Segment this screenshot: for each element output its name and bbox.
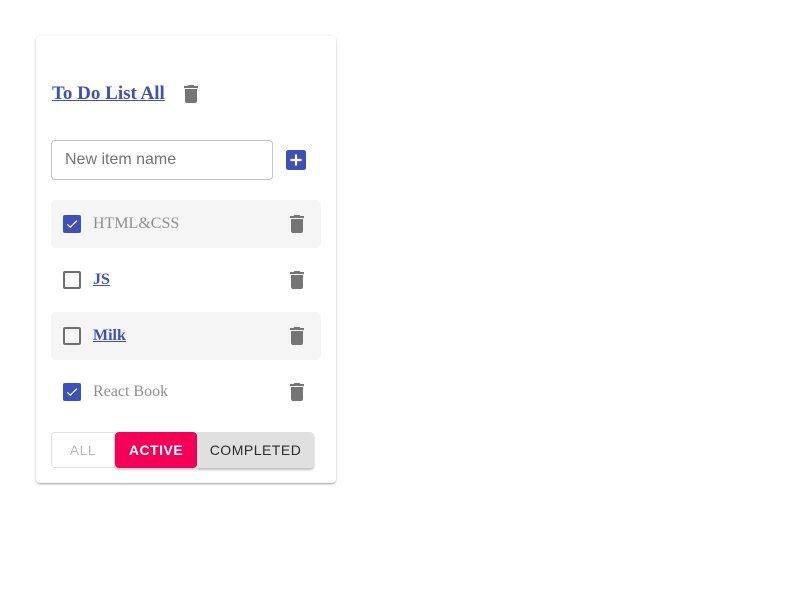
delete-item-button[interactable] xyxy=(285,212,309,236)
list-item[interactable]: Milk xyxy=(51,312,321,360)
title-row: To Do List All xyxy=(52,82,203,106)
todo-list: HTML&CSS JS Milk React Book xyxy=(51,200,321,424)
check-icon xyxy=(66,388,78,397)
add-item-button[interactable] xyxy=(286,150,306,170)
delete-item-button[interactable] xyxy=(285,268,309,292)
delete-list-button[interactable] xyxy=(179,82,203,106)
trash-icon xyxy=(183,85,198,103)
item-checkbox[interactable] xyxy=(63,327,81,345)
filter-all-button[interactable]: All xyxy=(51,432,115,468)
list-item[interactable]: HTML&CSS xyxy=(51,200,321,248)
item-label: HTML&CSS xyxy=(93,215,180,232)
check-icon xyxy=(66,220,78,229)
list-item[interactable]: JS xyxy=(51,256,321,304)
delete-item-button[interactable] xyxy=(285,380,309,404)
item-label: JS xyxy=(93,271,110,288)
item-label: Milk xyxy=(93,327,126,344)
todo-card: To Do List All HTML&CSS xyxy=(36,36,336,483)
filter-button-group: All Active Completed xyxy=(51,432,314,468)
trash-icon xyxy=(290,271,304,289)
list-item[interactable]: React Book xyxy=(51,368,321,416)
trash-icon xyxy=(290,215,304,233)
item-label: React Book xyxy=(93,383,169,400)
list-title-link[interactable]: To Do List All xyxy=(52,83,165,105)
delete-item-button[interactable] xyxy=(285,324,309,348)
filter-active-button[interactable]: Active xyxy=(115,432,197,468)
item-checkbox[interactable] xyxy=(63,215,81,233)
filter-completed-button[interactable]: Completed xyxy=(197,432,314,468)
item-checkbox[interactable] xyxy=(63,271,81,289)
new-item-input[interactable] xyxy=(51,140,273,180)
trash-icon xyxy=(290,383,304,401)
add-box-icon xyxy=(286,150,306,170)
trash-icon xyxy=(290,327,304,345)
item-checkbox[interactable] xyxy=(63,383,81,401)
